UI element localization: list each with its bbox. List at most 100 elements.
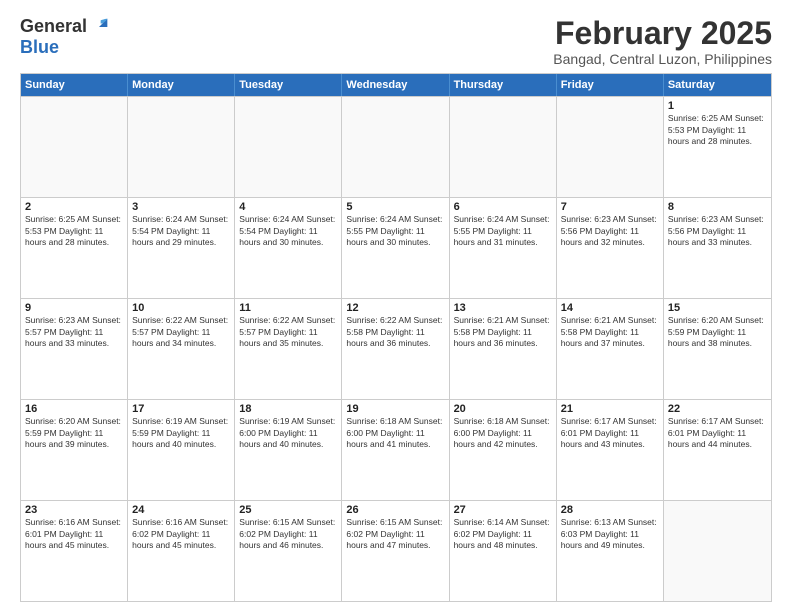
- logo-blue-text: Blue: [20, 37, 59, 58]
- day-info: Sunrise: 6:20 AM Sunset: 5:59 PM Dayligh…: [668, 315, 767, 349]
- header: General Blue February 2025 Bangad, Centr…: [20, 16, 772, 67]
- logo-bird-icon: [89, 17, 109, 37]
- header-day-tuesday: Tuesday: [235, 74, 342, 96]
- day-number: 13: [454, 302, 552, 314]
- day-info: Sunrise: 6:24 AM Sunset: 5:54 PM Dayligh…: [132, 214, 230, 248]
- day-info: Sunrise: 6:21 AM Sunset: 5:58 PM Dayligh…: [561, 315, 659, 349]
- calendar-cell: 6Sunrise: 6:24 AM Sunset: 5:55 PM Daylig…: [450, 198, 557, 298]
- day-number: 20: [454, 403, 552, 415]
- calendar-cell: 16Sunrise: 6:20 AM Sunset: 5:59 PM Dayli…: [21, 400, 128, 500]
- day-number: 10: [132, 302, 230, 314]
- day-number: 7: [561, 201, 659, 213]
- calendar-cell: [450, 97, 557, 197]
- subtitle: Bangad, Central Luzon, Philippines: [553, 51, 772, 67]
- day-number: 8: [668, 201, 767, 213]
- calendar-cell: 23Sunrise: 6:16 AM Sunset: 6:01 PM Dayli…: [21, 501, 128, 601]
- calendar-cell: [235, 97, 342, 197]
- header-day-thursday: Thursday: [450, 74, 557, 96]
- day-info: Sunrise: 6:23 AM Sunset: 5:56 PM Dayligh…: [668, 214, 767, 248]
- day-info: Sunrise: 6:15 AM Sunset: 6:02 PM Dayligh…: [346, 517, 444, 551]
- day-info: Sunrise: 6:23 AM Sunset: 5:57 PM Dayligh…: [25, 315, 123, 349]
- day-number: 12: [346, 302, 444, 314]
- day-info: Sunrise: 6:22 AM Sunset: 5:58 PM Dayligh…: [346, 315, 444, 349]
- calendar-cell: 3Sunrise: 6:24 AM Sunset: 5:54 PM Daylig…: [128, 198, 235, 298]
- day-number: 9: [25, 302, 123, 314]
- day-info: Sunrise: 6:20 AM Sunset: 5:59 PM Dayligh…: [25, 416, 123, 450]
- calendar-cell: [21, 97, 128, 197]
- calendar-cell: 26Sunrise: 6:15 AM Sunset: 6:02 PM Dayli…: [342, 501, 449, 601]
- day-info: Sunrise: 6:22 AM Sunset: 5:57 PM Dayligh…: [239, 315, 337, 349]
- day-info: Sunrise: 6:18 AM Sunset: 6:00 PM Dayligh…: [346, 416, 444, 450]
- day-number: 18: [239, 403, 337, 415]
- header-day-monday: Monday: [128, 74, 235, 96]
- calendar-cell: 12Sunrise: 6:22 AM Sunset: 5:58 PM Dayli…: [342, 299, 449, 399]
- calendar-cell: 5Sunrise: 6:24 AM Sunset: 5:55 PM Daylig…: [342, 198, 449, 298]
- calendar-body: 1Sunrise: 6:25 AM Sunset: 5:53 PM Daylig…: [21, 96, 771, 601]
- day-number: 19: [346, 403, 444, 415]
- day-info: Sunrise: 6:19 AM Sunset: 6:00 PM Dayligh…: [239, 416, 337, 450]
- day-info: Sunrise: 6:13 AM Sunset: 6:03 PM Dayligh…: [561, 517, 659, 551]
- logo: General Blue: [20, 16, 109, 58]
- calendar-cell: 21Sunrise: 6:17 AM Sunset: 6:01 PM Dayli…: [557, 400, 664, 500]
- header-day-saturday: Saturday: [664, 74, 771, 96]
- day-number: 1: [668, 100, 767, 112]
- day-number: 4: [239, 201, 337, 213]
- day-number: 14: [561, 302, 659, 314]
- calendar-cell: 7Sunrise: 6:23 AM Sunset: 5:56 PM Daylig…: [557, 198, 664, 298]
- calendar-cell: 20Sunrise: 6:18 AM Sunset: 6:00 PM Dayli…: [450, 400, 557, 500]
- day-info: Sunrise: 6:21 AM Sunset: 5:58 PM Dayligh…: [454, 315, 552, 349]
- calendar-cell: [557, 97, 664, 197]
- day-number: 28: [561, 504, 659, 516]
- header-day-friday: Friday: [557, 74, 664, 96]
- calendar-cell: 2Sunrise: 6:25 AM Sunset: 5:53 PM Daylig…: [21, 198, 128, 298]
- day-info: Sunrise: 6:25 AM Sunset: 5:53 PM Dayligh…: [25, 214, 123, 248]
- calendar-cell: 15Sunrise: 6:20 AM Sunset: 5:59 PM Dayli…: [664, 299, 771, 399]
- day-info: Sunrise: 6:24 AM Sunset: 5:54 PM Dayligh…: [239, 214, 337, 248]
- day-number: 23: [25, 504, 123, 516]
- day-number: 24: [132, 504, 230, 516]
- calendar-cell: [342, 97, 449, 197]
- calendar-cell: 8Sunrise: 6:23 AM Sunset: 5:56 PM Daylig…: [664, 198, 771, 298]
- header-day-sunday: Sunday: [21, 74, 128, 96]
- calendar-row-1: 1Sunrise: 6:25 AM Sunset: 5:53 PM Daylig…: [21, 96, 771, 197]
- calendar-cell: 11Sunrise: 6:22 AM Sunset: 5:57 PM Dayli…: [235, 299, 342, 399]
- day-number: 26: [346, 504, 444, 516]
- calendar-row-2: 2Sunrise: 6:25 AM Sunset: 5:53 PM Daylig…: [21, 197, 771, 298]
- day-info: Sunrise: 6:22 AM Sunset: 5:57 PM Dayligh…: [132, 315, 230, 349]
- calendar-cell: 1Sunrise: 6:25 AM Sunset: 5:53 PM Daylig…: [664, 97, 771, 197]
- day-number: 2: [25, 201, 123, 213]
- title-block: February 2025 Bangad, Central Luzon, Phi…: [553, 16, 772, 67]
- day-info: Sunrise: 6:25 AM Sunset: 5:53 PM Dayligh…: [668, 113, 767, 147]
- logo-general-text: General: [20, 16, 87, 37]
- calendar-cell: 18Sunrise: 6:19 AM Sunset: 6:00 PM Dayli…: [235, 400, 342, 500]
- calendar-row-4: 16Sunrise: 6:20 AM Sunset: 5:59 PM Dayli…: [21, 399, 771, 500]
- day-number: 25: [239, 504, 337, 516]
- day-number: 3: [132, 201, 230, 213]
- calendar-cell: 10Sunrise: 6:22 AM Sunset: 5:57 PM Dayli…: [128, 299, 235, 399]
- calendar-cell: 19Sunrise: 6:18 AM Sunset: 6:00 PM Dayli…: [342, 400, 449, 500]
- day-info: Sunrise: 6:24 AM Sunset: 5:55 PM Dayligh…: [346, 214, 444, 248]
- calendar: SundayMondayTuesdayWednesdayThursdayFrid…: [20, 73, 772, 602]
- calendar-cell: 27Sunrise: 6:14 AM Sunset: 6:02 PM Dayli…: [450, 501, 557, 601]
- calendar-cell: [128, 97, 235, 197]
- calendar-cell: 17Sunrise: 6:19 AM Sunset: 5:59 PM Dayli…: [128, 400, 235, 500]
- calendar-cell: 14Sunrise: 6:21 AM Sunset: 5:58 PM Dayli…: [557, 299, 664, 399]
- day-number: 6: [454, 201, 552, 213]
- calendar-cell: 28Sunrise: 6:13 AM Sunset: 6:03 PM Dayli…: [557, 501, 664, 601]
- day-number: 15: [668, 302, 767, 314]
- day-number: 22: [668, 403, 767, 415]
- day-info: Sunrise: 6:24 AM Sunset: 5:55 PM Dayligh…: [454, 214, 552, 248]
- main-title: February 2025: [553, 16, 772, 51]
- day-info: Sunrise: 6:19 AM Sunset: 5:59 PM Dayligh…: [132, 416, 230, 450]
- calendar-cell: 4Sunrise: 6:24 AM Sunset: 5:54 PM Daylig…: [235, 198, 342, 298]
- calendar-row-5: 23Sunrise: 6:16 AM Sunset: 6:01 PM Dayli…: [21, 500, 771, 601]
- day-info: Sunrise: 6:16 AM Sunset: 6:02 PM Dayligh…: [132, 517, 230, 551]
- calendar-cell: 22Sunrise: 6:17 AM Sunset: 6:01 PM Dayli…: [664, 400, 771, 500]
- calendar-cell: 24Sunrise: 6:16 AM Sunset: 6:02 PM Dayli…: [128, 501, 235, 601]
- calendar-cell: 25Sunrise: 6:15 AM Sunset: 6:02 PM Dayli…: [235, 501, 342, 601]
- day-info: Sunrise: 6:17 AM Sunset: 6:01 PM Dayligh…: [561, 416, 659, 450]
- calendar-header: SundayMondayTuesdayWednesdayThursdayFrid…: [21, 74, 771, 96]
- day-info: Sunrise: 6:17 AM Sunset: 6:01 PM Dayligh…: [668, 416, 767, 450]
- day-info: Sunrise: 6:15 AM Sunset: 6:02 PM Dayligh…: [239, 517, 337, 551]
- day-number: 27: [454, 504, 552, 516]
